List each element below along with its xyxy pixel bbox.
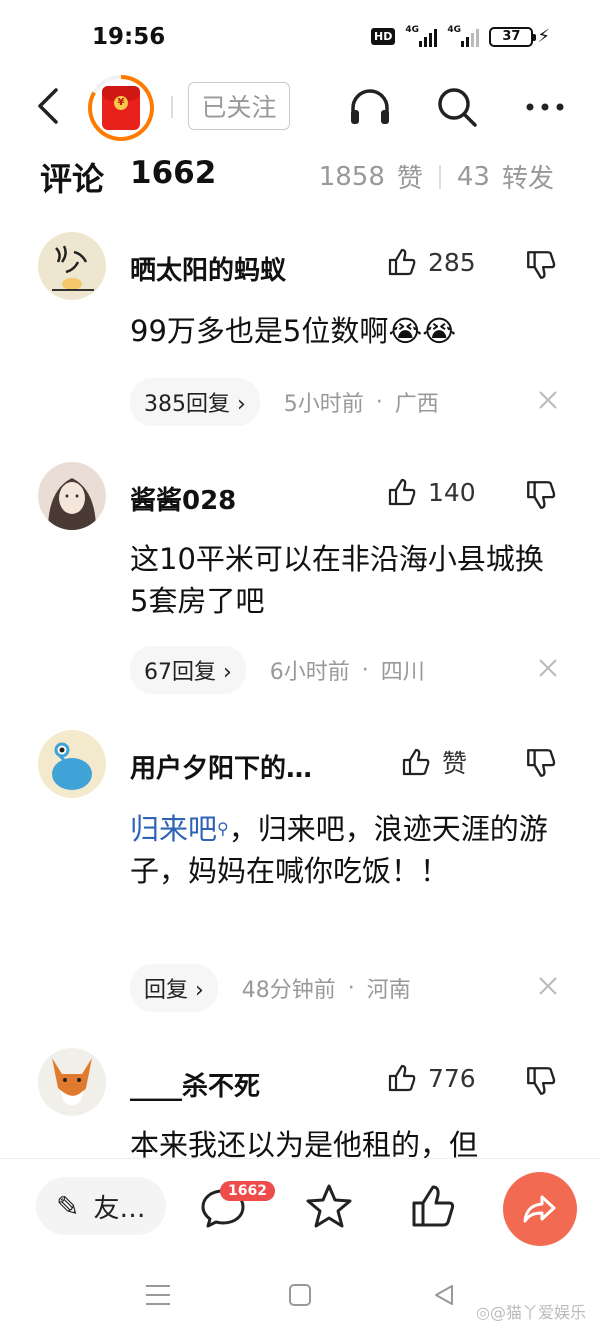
search-small-icon: ⚲	[217, 819, 229, 838]
comment-location: 广西	[394, 392, 439, 417]
comment-author[interactable]: 酱酱028	[130, 480, 236, 517]
account-avatar[interactable]	[88, 75, 154, 141]
thumbs-down-icon[interactable]	[524, 1064, 558, 1098]
share-button[interactable]	[503, 1172, 577, 1246]
thumbs-down-icon[interactable]	[524, 746, 558, 780]
meta-dot: ·	[361, 657, 369, 683]
thumbs-down-icon[interactable]	[524, 248, 558, 282]
like-count: 285	[428, 247, 476, 277]
thumbs-up-icon	[388, 478, 416, 506]
like-button[interactable]: 776	[386, 1062, 476, 1094]
comment-count-badge: 1662	[220, 1181, 275, 1201]
comments-title: 评论	[40, 160, 105, 198]
thumbs-up-icon[interactable]	[406, 1179, 460, 1233]
thumbs-down-icon[interactable]	[524, 478, 558, 512]
share-arrow-icon	[523, 1195, 556, 1223]
red-packet-icon	[102, 86, 140, 130]
like-label: 赞	[442, 749, 468, 778]
comment-summary: 评论 1662 1858 赞 43 转发	[0, 150, 600, 200]
reply-button[interactable]: 回复 ›	[130, 964, 218, 1012]
stats-divider	[438, 164, 441, 189]
comment-location: 四川	[380, 660, 425, 685]
comment-author[interactable]: 晒太阳的蚂蚁	[130, 250, 286, 287]
reply-button[interactable]: 67回复 ›	[130, 646, 246, 694]
comment-time: 48分钟前	[241, 978, 336, 1003]
like-button[interactable]: 赞	[400, 744, 467, 780]
comment-meta: 回复 › 48分钟前 · 河南	[130, 964, 411, 1012]
signal-icon: 4G	[405, 25, 438, 47]
avatar[interactable]	[38, 232, 106, 300]
close-icon[interactable]	[536, 388, 560, 412]
comment-text: 99万多也是5位数啊😭😭	[130, 314, 457, 348]
charging-icon: ⚡	[537, 26, 550, 47]
comment-text: 归来吧⚲，归来吧，浪迹天涯的游子，妈妈在喊你吃饭！！	[130, 808, 560, 892]
thumbs-up-icon	[388, 1064, 416, 1092]
star-icon[interactable]	[302, 1179, 356, 1233]
comment-text: 这10平米可以在非沿海小县城换5套房了吧	[130, 542, 544, 618]
headphones-icon[interactable]	[345, 82, 395, 132]
comment-input-label: 友…	[93, 1193, 146, 1224]
search-icon[interactable]	[432, 82, 482, 132]
hd-icon: HD	[371, 28, 396, 45]
comment-input[interactable]: ✎ 友…	[36, 1177, 166, 1235]
reposts-count[interactable]: 43	[457, 162, 490, 192]
status-time: 19:56	[92, 24, 166, 50]
back-triangle-icon[interactable]	[432, 1283, 456, 1307]
status-bar: 19:56 HD 4G 4G 37 ⚡	[0, 0, 600, 75]
comments-count: 1662	[130, 155, 217, 191]
comment-time: 5小时前	[283, 392, 364, 417]
system-nav-bar: ◎@猫丫爱娱乐	[0, 1255, 600, 1333]
meta-dot: ·	[375, 389, 383, 415]
likes-label[interactable]: 赞	[397, 158, 423, 195]
status-icons: HD 4G 4G 37 ⚡	[371, 25, 550, 47]
signal-icon-2: 4G	[447, 25, 480, 47]
comment-author[interactable]: 用户夕阳下的…	[130, 748, 312, 785]
home-icon[interactable]	[288, 1283, 312, 1307]
pen-icon: ✎	[56, 1189, 80, 1223]
header-divider	[171, 96, 173, 118]
like-button[interactable]: 285	[386, 246, 476, 278]
more-icon[interactable]	[520, 82, 570, 132]
bottom-action-bar: ✎ 友… 1662	[0, 1158, 600, 1253]
comment-author[interactable]: ____杀不死	[130, 1066, 260, 1103]
like-count: 776	[428, 1063, 476, 1093]
following-button[interactable]: 已关注	[188, 82, 290, 130]
avatar[interactable]	[38, 730, 106, 798]
likes-count[interactable]: 1858	[319, 162, 385, 192]
menu-icon[interactable]	[144, 1283, 172, 1307]
avatar[interactable]	[38, 1048, 106, 1116]
comment-location: 河南	[366, 978, 411, 1003]
comment-meta: 67回复 › 6小时前 · 四川	[130, 646, 425, 694]
meta-dot: ·	[347, 975, 355, 1001]
topic-link[interactable]: 归来吧	[130, 812, 217, 846]
reply-button[interactable]: 385回复 ›	[130, 378, 260, 426]
like-button[interactable]: 140	[386, 476, 476, 508]
battery-icon: 37	[489, 26, 537, 47]
avatar[interactable]	[38, 462, 106, 530]
close-icon[interactable]	[536, 656, 560, 680]
watermark: ◎@猫丫爱娱乐	[476, 1303, 586, 1322]
comment-meta: 385回复 › 5小时前 · 广西	[130, 378, 439, 426]
top-header: 已关注	[0, 72, 600, 142]
comment-time: 6小时前	[269, 660, 350, 685]
thumbs-up-icon	[388, 248, 416, 276]
close-icon[interactable]	[536, 974, 560, 998]
like-count: 140	[428, 477, 476, 507]
summary-stats: 1858 赞 43 转发	[319, 158, 554, 195]
back-arrow-icon[interactable]	[30, 84, 70, 128]
thumbs-up-icon	[402, 748, 430, 776]
reposts-label[interactable]: 转发	[502, 158, 554, 195]
